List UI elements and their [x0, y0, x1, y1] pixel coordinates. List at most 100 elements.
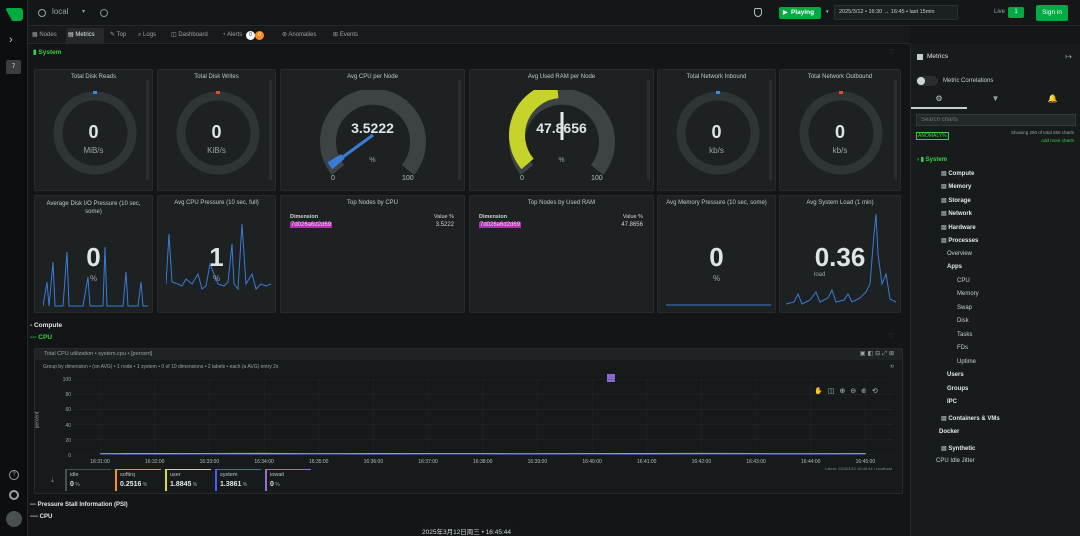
- nav-item-overview[interactable]: Overview: [947, 251, 972, 257]
- nav-item-cpu-idle-jitter[interactable]: CPU Idle Jitter: [936, 458, 975, 464]
- gauge-value: 3.5222: [351, 120, 394, 136]
- space-badge[interactable]: 7: [6, 60, 21, 74]
- node-name[interactable]: 7d026a6d2d69: [290, 222, 333, 228]
- add-more-charts-link[interactable]: Add more charts: [1041, 138, 1074, 143]
- tab-nodes[interactable]: ▦ Nodes: [30, 28, 64, 43]
- nav-item-system[interactable]: › ▮ System: [917, 156, 947, 163]
- reset-label[interactable]: ⟲: [890, 364, 894, 370]
- nav-item-memory[interactable]: ▤ Memory: [941, 183, 971, 190]
- gauge-card-ram[interactable]: Avg Used RAM per Node 47.8656 % 0 100: [469, 69, 654, 191]
- nav-item-users[interactable]: Users: [947, 372, 964, 378]
- gauge-card-disk-reads[interactable]: Total Disk Reads 0 MiB/s: [34, 69, 153, 191]
- y-tick-label: 0: [68, 453, 71, 459]
- nav-item-containers-vms[interactable]: ▤ Containers & VMs: [941, 415, 1000, 422]
- help-icon[interactable]: ?: [9, 470, 19, 480]
- node-name[interactable]: 7d026a6d2d69: [479, 222, 522, 228]
- nav-item-groups[interactable]: Groups: [947, 386, 968, 392]
- gauge-unit: MiB/s: [83, 146, 104, 155]
- x-tick-label: 16:38:00: [473, 459, 493, 465]
- column-value: Value %: [622, 214, 643, 220]
- group-by-bar[interactable]: Group by dimension • (on AVG) • 1 node •…: [43, 364, 278, 370]
- gauge-unit: %: [369, 157, 376, 164]
- legend-value: 0 %: [270, 481, 280, 488]
- chart-attribution: Latest: 2025/3/12 16:45:44 • localhost: [824, 466, 892, 471]
- filter-tab-filters[interactable]: ▼: [967, 91, 1024, 109]
- space-selector[interactable]: local: [52, 7, 68, 16]
- play-dropdown-icon[interactable]: ▾: [826, 9, 829, 15]
- tab-events[interactable]: ⊞ Events: [331, 28, 367, 43]
- collapse-panel-icon[interactable]: ↦: [1065, 52, 1072, 61]
- chevron-down-icon[interactable]: ▾: [82, 8, 85, 15]
- tab-alerts[interactable]: ◔ Alerts 00: [220, 28, 275, 43]
- live-label[interactable]: Live: [994, 9, 1005, 15]
- nav-item-uptime[interactable]: Uptime: [957, 359, 976, 365]
- legend-item-system[interactable]: system 1.3861 %: [215, 469, 263, 491]
- legend-item-user[interactable]: user 1.8845 %: [165, 469, 213, 491]
- card-top-nodes-ram[interactable]: Top Nodes by Used RAM Dimension Value % …: [469, 195, 654, 313]
- tab-dashboard[interactable]: ◫ Dashboard: [169, 28, 217, 43]
- gauge-card-disk-writes[interactable]: Total Disk Writes 0 KiB/s: [157, 69, 276, 191]
- legend-color-bar: [65, 469, 111, 470]
- nav-item-apps[interactable]: Apps: [947, 264, 962, 270]
- alerts-warning-badge: 0: [245, 31, 255, 40]
- nav-item-network[interactable]: ▤ Network: [941, 210, 972, 217]
- nav-item-hardware[interactable]: ▤ Hardware: [941, 224, 976, 231]
- settings-icon[interactable]: [9, 490, 19, 500]
- legend-item-softirq[interactable]: softirq 0.2516 %: [115, 469, 163, 491]
- space-settings-icon[interactable]: [100, 9, 108, 17]
- legend-expand-icon[interactable]: ⇣: [50, 477, 55, 484]
- nav-item-compute[interactable]: ▤ Compute: [941, 170, 974, 177]
- nav-item-storage[interactable]: ▤ Storage: [941, 197, 971, 204]
- signin-button[interactable]: Sign in: [1036, 5, 1068, 21]
- nav-item-swap[interactable]: Swap: [957, 305, 972, 311]
- tab-logs[interactable]: ⌕ Logs: [136, 28, 166, 43]
- chart-toolbar-icons[interactable]: ▣◧⊟⤢⊠: [860, 350, 896, 358]
- section-psi-cpu: ---- CPU: [30, 514, 53, 520]
- shield-icon[interactable]: [754, 8, 762, 17]
- legend-unit: %: [241, 482, 248, 488]
- nav-item-disk[interactable]: Disk: [957, 318, 969, 324]
- nav-item-ipc[interactable]: IPC: [947, 399, 957, 405]
- nav-item-cpu[interactable]: CPU: [957, 278, 970, 284]
- nav-item-tasks[interactable]: Tasks: [957, 332, 972, 338]
- favorite-icon[interactable]: ♡: [888, 48, 894, 56]
- tab-top[interactable]: ✎ Top: [108, 28, 134, 43]
- favorite-icon[interactable]: ♡: [888, 332, 894, 340]
- nav-item-memory[interactable]: Memory: [957, 291, 979, 297]
- gauge-card-net-out[interactable]: Total Network Outbound 0 kb/s: [779, 69, 901, 191]
- netdata-logo[interactable]: [5, 8, 23, 21]
- cpu-utilization-chart[interactable]: Total CPU utilization • system.cpu • [pe…: [34, 348, 903, 494]
- nav-item-label: Containers & VMs: [948, 416, 1000, 422]
- gauge-card-cpu[interactable]: Avg CPU per Node 3.5222 % 0 100: [280, 69, 465, 191]
- nav-item-synthetic[interactable]: ▤ Synthetic: [941, 445, 975, 452]
- filter-tab-charts[interactable]: ⚙: [911, 91, 967, 109]
- time-range-picker[interactable]: 2025/3/12 • 16:30 → 16:45 • last 15min: [834, 5, 958, 20]
- gauge-title: Avg Used RAM per Node: [527, 74, 596, 80]
- legend-item-iowait[interactable]: iowait 0 %: [265, 469, 313, 491]
- nav-item-label: Tasks: [957, 331, 973, 338]
- correlation-toggle[interactable]: [916, 76, 938, 86]
- arc-gauge: [320, 90, 426, 176]
- play-button[interactable]: ▶ Playing: [779, 7, 821, 19]
- card-disk-io-pressure[interactable]: Average Disk I/O Pressure (10 sec, some)…: [34, 195, 153, 313]
- nav-item-processes[interactable]: ▤ Processes: [941, 237, 978, 244]
- card-cpu-pressure[interactable]: Avg CPU Pressure (10 sec, full) 1 %: [157, 195, 276, 313]
- gauge-card-net-in[interactable]: Total Network Inbound 0 kb/s: [657, 69, 776, 191]
- timestamp-bar: 2025年3月12日周三 • 16:45:44: [418, 526, 515, 536]
- chart-plot-area[interactable]: [73, 379, 893, 455]
- nav-item-fds[interactable]: FDs: [957, 345, 968, 351]
- live-count-badge[interactable]: 1: [1008, 7, 1024, 18]
- tab-anomalies[interactable]: ⊛ Anomalies: [280, 28, 326, 43]
- card-top-nodes-cpu[interactable]: Top Nodes by CPU Dimension Value % 7d026…: [280, 195, 465, 313]
- nav-item-docker[interactable]: Docker: [939, 429, 959, 435]
- user-avatar[interactable]: [6, 511, 22, 527]
- anomaly-badge[interactable]: ANOMALY%: [916, 132, 949, 140]
- card-memory-pressure[interactable]: Avg Memory Pressure (10 sec, some) 0 %: [657, 195, 776, 313]
- filter-tab-alerts[interactable]: 🔔: [1024, 91, 1080, 109]
- tab-metrics[interactable]: ▤ Metrics: [66, 28, 104, 43]
- nav-item-label: Compute: [948, 170, 975, 177]
- search-charts-input[interactable]: [916, 114, 1076, 126]
- expand-icon[interactable]: ›: [9, 34, 13, 46]
- legend-item-idle[interactable]: idle 0 %: [65, 469, 113, 491]
- card-system-load[interactable]: Avg System Load (1 min) 0.36 load: [779, 195, 901, 313]
